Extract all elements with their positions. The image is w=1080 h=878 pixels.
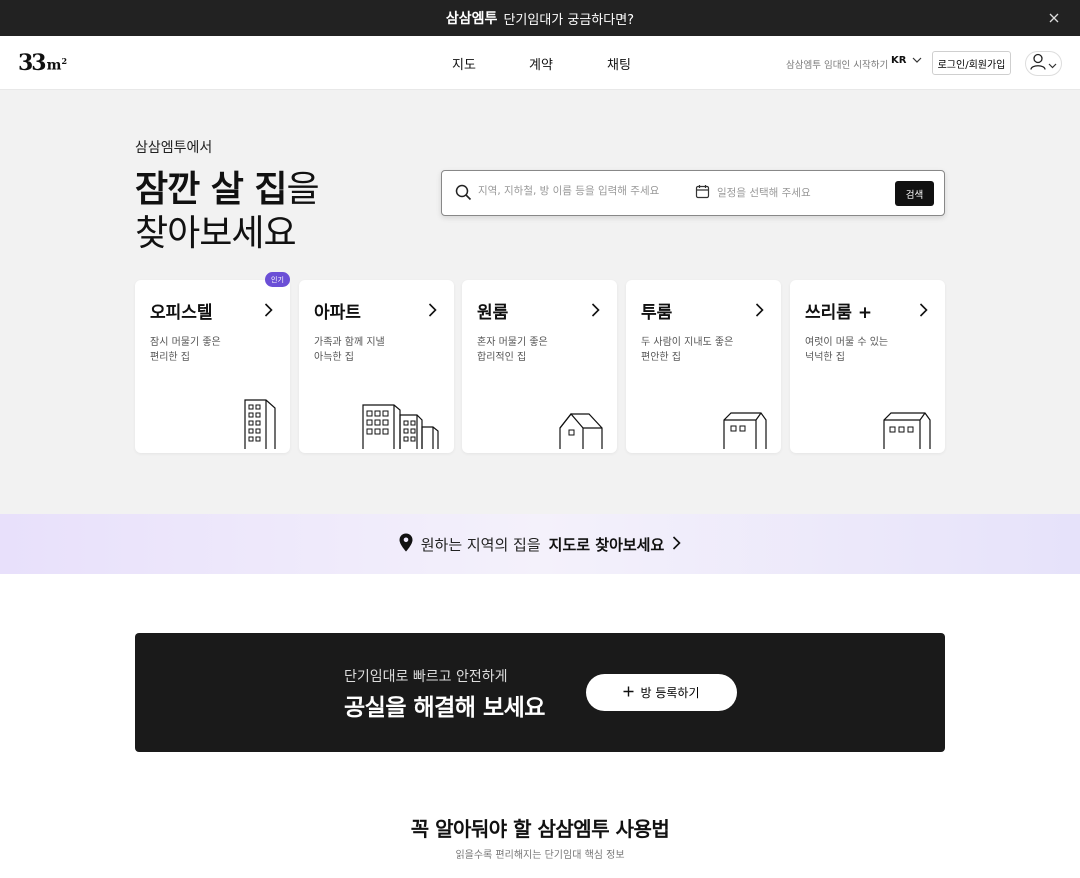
chevron-right-icon: [755, 302, 764, 321]
language-label: KR: [891, 55, 907, 66]
chevron-right-icon: [919, 302, 928, 321]
chevron-right-icon: [264, 302, 273, 321]
logo-unit: m2: [46, 56, 68, 74]
logo-number: 33: [18, 50, 47, 76]
chevron-right-icon: [672, 535, 681, 554]
register-room-button[interactable]: 방 등록하기: [586, 674, 737, 711]
site-logo[interactable]: 33 m2: [18, 50, 67, 76]
search-button[interactable]: 검색: [895, 181, 934, 206]
popular-badge: 인기: [265, 272, 290, 287]
map-pin-icon: [399, 533, 413, 556]
search-bar: 일정을 선택해 주세요 검색: [441, 170, 945, 216]
officetel-building-icon: [244, 399, 276, 453]
calendar-icon: [695, 184, 710, 203]
user-icon: [1030, 53, 1046, 74]
nav-map[interactable]: 지도: [452, 54, 476, 73]
chevron-down-icon: [1048, 54, 1057, 73]
category-cards: 인기 오피스텔 잠시 머물기 좋은 편리한 집 아파트 가족과 함께 지낼 아늑한 …: [135, 272, 945, 453]
top-banner[interactable]: 삼삼엠투 단기임대가 궁금하다면?: [0, 0, 1080, 36]
login-signup-button[interactable]: 로그인/회원가입: [932, 51, 1011, 75]
category-card-officetel[interactable]: 인기 오피스텔 잠시 머물기 좋은 편리한 집: [135, 272, 290, 453]
card-title: 오피스텔: [150, 303, 213, 323]
language-selector[interactable]: KR: [891, 55, 922, 66]
search-icon: [455, 184, 472, 205]
guide-subtitle: 읽을수록 편리해지는 단기임대 핵심 정보: [455, 850, 625, 861]
category-card-apartment[interactable]: 아파트 가족과 함께 지낼 아늑한 집: [299, 280, 454, 453]
register-room-label: 방 등록하기: [640, 686, 700, 700]
map-search-banner[interactable]: 원하는 지역의 집을 지도로 찾아보세요: [0, 514, 1080, 574]
promo-title: 공실을 해결해 보세요: [344, 695, 545, 721]
card-title: 투룸: [641, 303, 673, 323]
card-description: 여럿이 머물 수 있는 넉넉한 집: [805, 337, 889, 363]
hero-title-line2: 찾아보세요: [135, 213, 297, 254]
promo-subtitle: 단기임대로 빠르고 안전하게: [344, 669, 508, 685]
card-description: 혼자 머물기 좋은 합리적인 집: [477, 337, 548, 363]
close-icon[interactable]: [1046, 10, 1062, 26]
hero-eyebrow: 삼삼엠투에서: [135, 140, 213, 156]
three-room-house-icon: [883, 412, 931, 453]
card-description: 가족과 함께 지낼 아늑한 집: [314, 337, 385, 363]
host-start-link[interactable]: 삼삼엠투 임대인 시작하기: [786, 57, 888, 71]
chevron-right-icon: [428, 302, 437, 321]
banner-message: 단기임대가 궁금하다면?: [503, 12, 635, 28]
profile-menu[interactable]: [1025, 51, 1062, 76]
card-description: 두 사람이 지내도 좋은 편안한 집: [641, 337, 734, 363]
map-banner-cta: 지도로 찾아보세요: [548, 535, 665, 554]
site-header: 33 m2 지도 계약 채팅 삼삼엠투 임대인 시작하기 KR 로그인/회원가입: [0, 36, 1080, 90]
category-card-oneroom[interactable]: 원룸 혼자 머물기 좋은 합리적인 집: [462, 280, 617, 453]
search-input[interactable]: [478, 185, 698, 197]
nav-chat[interactable]: 채팅: [607, 54, 631, 73]
plus-icon: [623, 686, 634, 700]
chevron-right-icon: [591, 302, 600, 321]
card-title: 쓰리룸 +: [805, 303, 873, 323]
host-promo-banner: 단기임대로 빠르고 안전하게 공실을 해결해 보세요 방 등록하기: [135, 633, 945, 752]
category-card-threeroom[interactable]: 쓰리룸 + 여럿이 머물 수 있는 넉넉한 집: [790, 280, 945, 453]
banner-brand: 삼삼엠투: [445, 11, 498, 27]
two-room-house-icon: [723, 412, 767, 453]
card-title: 원룸: [477, 303, 509, 323]
apartment-building-icon: [362, 403, 440, 453]
map-banner-text: 원하는 지역의 집을: [420, 535, 541, 554]
small-house-icon: [559, 413, 603, 453]
date-picker-field[interactable]: 일정을 선택해 주세요: [717, 185, 811, 200]
guide-title: 꼭 알아둬야 할 삼삼엠투 사용법: [410, 817, 670, 841]
card-title: 아파트: [314, 303, 361, 323]
nav-contract[interactable]: 계약: [529, 54, 553, 73]
card-description: 잠시 머물기 좋은 편리한 집: [150, 337, 221, 363]
chevron-down-icon: [912, 55, 922, 66]
category-card-tworoom[interactable]: 투룸 두 사람이 지내도 좋은 편안한 집: [626, 280, 781, 453]
hero-section: 삼삼엠투에서 잠깐 살 집을 찾아보세요 일정을 선택해 주세요 검색 인기 오…: [0, 90, 1080, 514]
